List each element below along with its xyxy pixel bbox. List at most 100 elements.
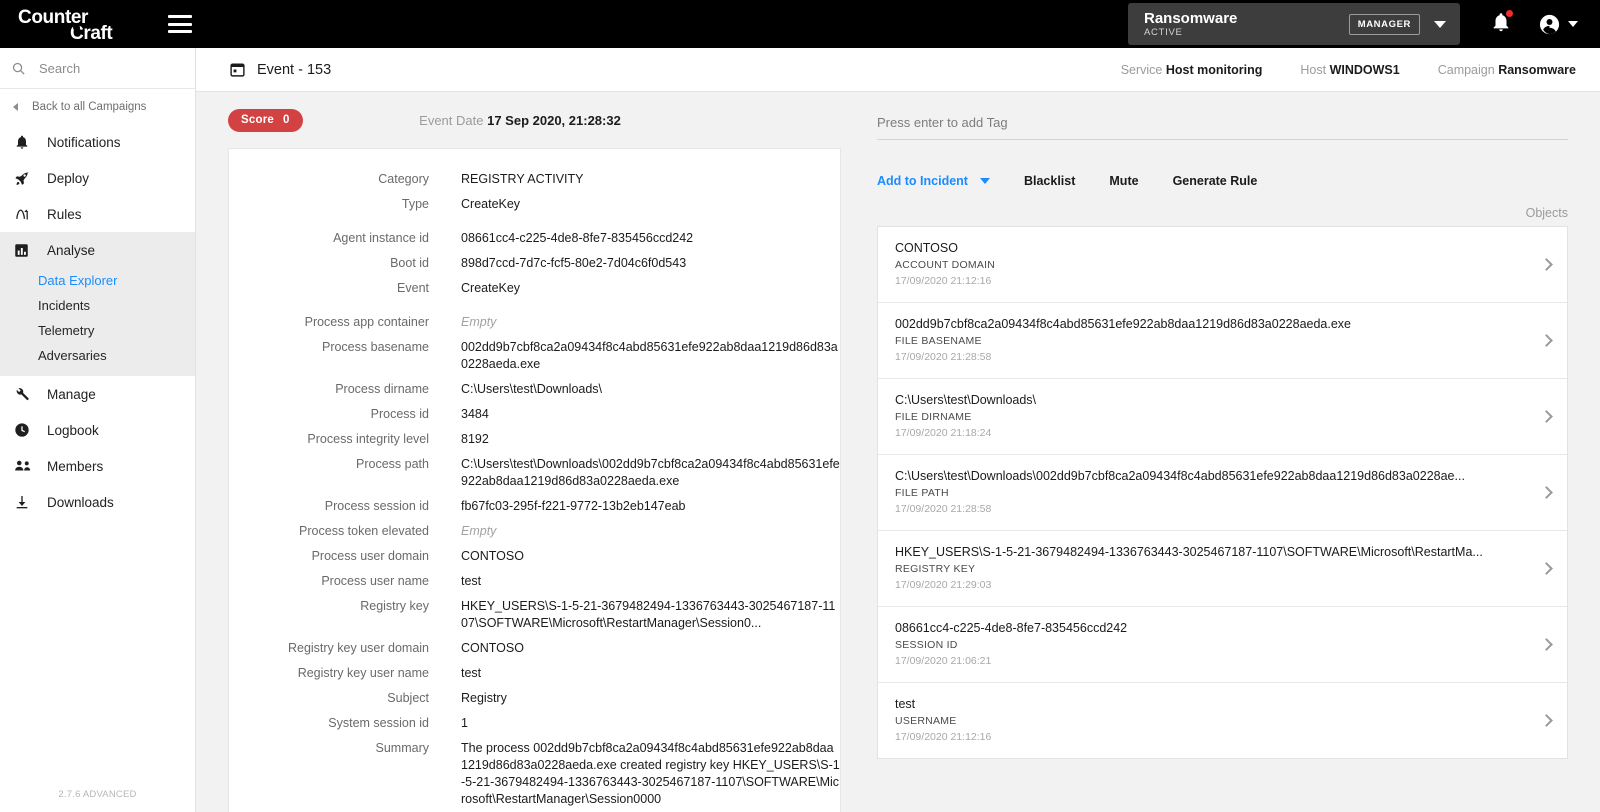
workspace: Score 0 Event Date 17 Sep 2020, 21:28:32… — [196, 92, 1600, 812]
event-detail-column: Score 0 Event Date 17 Sep 2020, 21:28:32… — [196, 92, 844, 812]
sidebar-item-data-explorer[interactable]: Data Explorer — [0, 268, 195, 293]
chevron-down-icon[interactable] — [1568, 21, 1578, 27]
object-card-content: 002dd9b7cbf8ca2a09434f8c4abd85631efe922a… — [895, 316, 1528, 365]
field-group-spacer — [229, 301, 840, 310]
chevron-right-icon[interactable] — [1540, 258, 1553, 271]
sidebar-item-members[interactable]: Members — [0, 448, 195, 484]
sidebar-item-rules[interactable]: Rules — [0, 196, 195, 232]
sidebar-item-label: Notifications — [47, 134, 121, 150]
campaign-name: Ransomware — [1144, 9, 1238, 27]
event-field-label: Registry key user name — [297, 666, 429, 680]
object-card-title: test — [895, 697, 916, 711]
generate-rule-button[interactable]: Generate Rule — [1173, 174, 1258, 188]
chevron-right-icon[interactable] — [1540, 334, 1553, 347]
event-field-row: Category REGISTRY ACTIVITY — [229, 167, 840, 192]
page-title: Event - 153 — [257, 61, 332, 78]
blacklist-button[interactable]: Blacklist — [1024, 174, 1075, 188]
sidebar-search[interactable] — [0, 48, 195, 89]
search-icon — [12, 62, 25, 75]
mute-button[interactable]: Mute — [1109, 174, 1138, 188]
object-card-title: C:\Users\test\Downloads\ — [895, 393, 1037, 407]
breadcrumb-host-label: Host — [1300, 62, 1327, 77]
sidebar-item-analyse[interactable]: Analyse — [0, 232, 195, 268]
sidebar-subitem-label: Incidents — [38, 298, 91, 313]
back-to-campaigns-link[interactable]: Back to all Campaigns — [0, 89, 195, 124]
object-card-timestamp: 17/09/2020 21:28:58 — [895, 351, 992, 363]
sidebar-group-analyse: Analyse Data Explorer Incidents Telemetr… — [0, 232, 195, 376]
sidebar-item-manage[interactable]: Manage — [0, 376, 195, 412]
event-field-value: REGISTRY ACTIVITY — [461, 172, 584, 186]
calendar-icon — [230, 63, 245, 77]
object-card-type: FILE BASENAME — [895, 335, 982, 347]
event-field-label: Registry key — [360, 599, 429, 613]
chevron-left-icon — [13, 102, 18, 111]
sidebar-subitem-label: Telemetry — [38, 323, 95, 338]
sidebar-item-notifications[interactable]: Notifications — [0, 124, 195, 160]
app-logo: Counter Craft — [18, 4, 140, 44]
breadcrumb-campaign-value: Ransomware — [1498, 62, 1576, 77]
chevron-right-icon[interactable] — [1540, 714, 1553, 727]
breadcrumb-left: Event - 153 — [229, 61, 331, 78]
event-field-label: Summary — [375, 741, 429, 755]
sidebar-item-deploy[interactable]: Deploy — [0, 160, 195, 196]
chevron-right-icon[interactable] — [1540, 638, 1553, 651]
object-card[interactable]: C:\Users\test\Downloads\002dd9b7cbf8ca2a… — [878, 455, 1567, 531]
sidebar-item-adversaries[interactable]: Adversaries — [0, 343, 195, 368]
campaign-selector[interactable]: Ransomware ACTIVE MANAGER — [1128, 3, 1460, 45]
chevron-right-icon[interactable] — [1540, 562, 1553, 575]
app-root: Counter Craft Ransomware ACTIVE MANAGER — [0, 0, 1600, 812]
event-field-value: test — [461, 666, 482, 680]
object-card[interactable]: test USERNAME 17/09/2020 21:12:16 — [878, 683, 1567, 758]
sidebar-item-label: Downloads — [47, 494, 114, 510]
sidebar-item-logbook[interactable]: Logbook — [0, 412, 195, 448]
event-field-label: Process path — [356, 457, 429, 471]
notifications-button[interactable] — [1490, 8, 1514, 38]
sidebar-subitem-label: Data Explorer — [38, 273, 118, 288]
event-field-value: HKEY_USERS\S-1-5-21-3679482494-133676344… — [461, 599, 836, 630]
score-label: Score — [241, 114, 274, 126]
event-field-label: Boot id — [390, 256, 429, 270]
breadcrumb-host-value: WINDOWS1 — [1329, 62, 1400, 77]
sidebar-item-label: Deploy — [47, 170, 90, 186]
event-field-row: Process token elevated Empty — [229, 519, 840, 544]
rocket-icon — [14, 170, 36, 187]
object-card-timestamp: 17/09/2020 21:18:24 — [895, 427, 992, 439]
event-field-row: Registry key user domain CONTOSO — [229, 636, 840, 661]
event-field-value: fb67fc03-295f-f221-9772-13b2eb147eab — [461, 499, 686, 513]
event-field-label: Process app container — [304, 315, 429, 329]
sidebar-item-label: Analyse — [47, 242, 96, 258]
chevron-right-icon[interactable] — [1540, 486, 1553, 499]
rules-icon — [14, 207, 36, 222]
add-to-incident-button[interactable]: Add to Incident — [877, 174, 990, 188]
object-card[interactable]: CONTOSO ACCOUNT DOMAIN 17/09/2020 21:12:16 — [878, 227, 1567, 303]
sidebar-item-label: Manage — [47, 386, 96, 402]
event-field-label: Process session id — [324, 499, 429, 513]
hamburger-icon[interactable] — [168, 15, 192, 33]
field-group-spacer — [229, 217, 840, 226]
sidebar-item-telemetry[interactable]: Telemetry — [0, 318, 195, 343]
event-field-row: Agent instance id 08661cc4-c225-4de8-8fe7… — [229, 226, 840, 251]
event-field-value: 3484 — [461, 407, 489, 421]
notification-badge-dot — [1505, 8, 1514, 18]
event-field-label: Registry key user domain — [287, 641, 429, 655]
object-card-content: 08661cc4-c225-4de8-8fe7-835456ccd242 SESS… — [895, 620, 1528, 669]
tag-input[interactable] — [877, 115, 1568, 140]
chevron-right-icon[interactable] — [1540, 410, 1553, 423]
object-card[interactable]: HKEY_USERS\S-1-5-21-3679482494-133676344… — [878, 531, 1567, 607]
event-field-row: Process integrity level 8192 — [229, 427, 840, 452]
sidebar-item-incidents[interactable]: Incidents — [0, 293, 195, 318]
event-field-row: Type CreateKey — [229, 192, 840, 217]
object-card[interactable]: 002dd9b7cbf8ca2a09434f8c4abd85631efe922a… — [878, 303, 1567, 379]
object-card-content: CONTOSO ACCOUNT DOMAIN 17/09/2020 21:12:16 — [895, 240, 1528, 289]
search-input[interactable] — [39, 60, 169, 76]
event-field-label: Event — [397, 281, 429, 295]
chevron-down-icon[interactable] — [1434, 20, 1446, 28]
object-card[interactable]: 08661cc4-c225-4de8-8fe7-835456ccd242 SESS… — [878, 607, 1567, 683]
sidebar-item-downloads[interactable]: Downloads — [0, 484, 195, 520]
account-menu[interactable] — [1538, 13, 1578, 36]
sidebar-item-label: Members — [47, 458, 104, 474]
sidebar-item-label: Rules — [47, 206, 82, 222]
app-version: 2.7.6 ADVANCED — [58, 789, 137, 800]
object-card[interactable]: C:\Users\test\Downloads\ FILE DIRNAME 17/0… — [878, 379, 1567, 455]
event-field-row: Process dirname C:\Users\test\Downloads\ — [229, 377, 840, 402]
